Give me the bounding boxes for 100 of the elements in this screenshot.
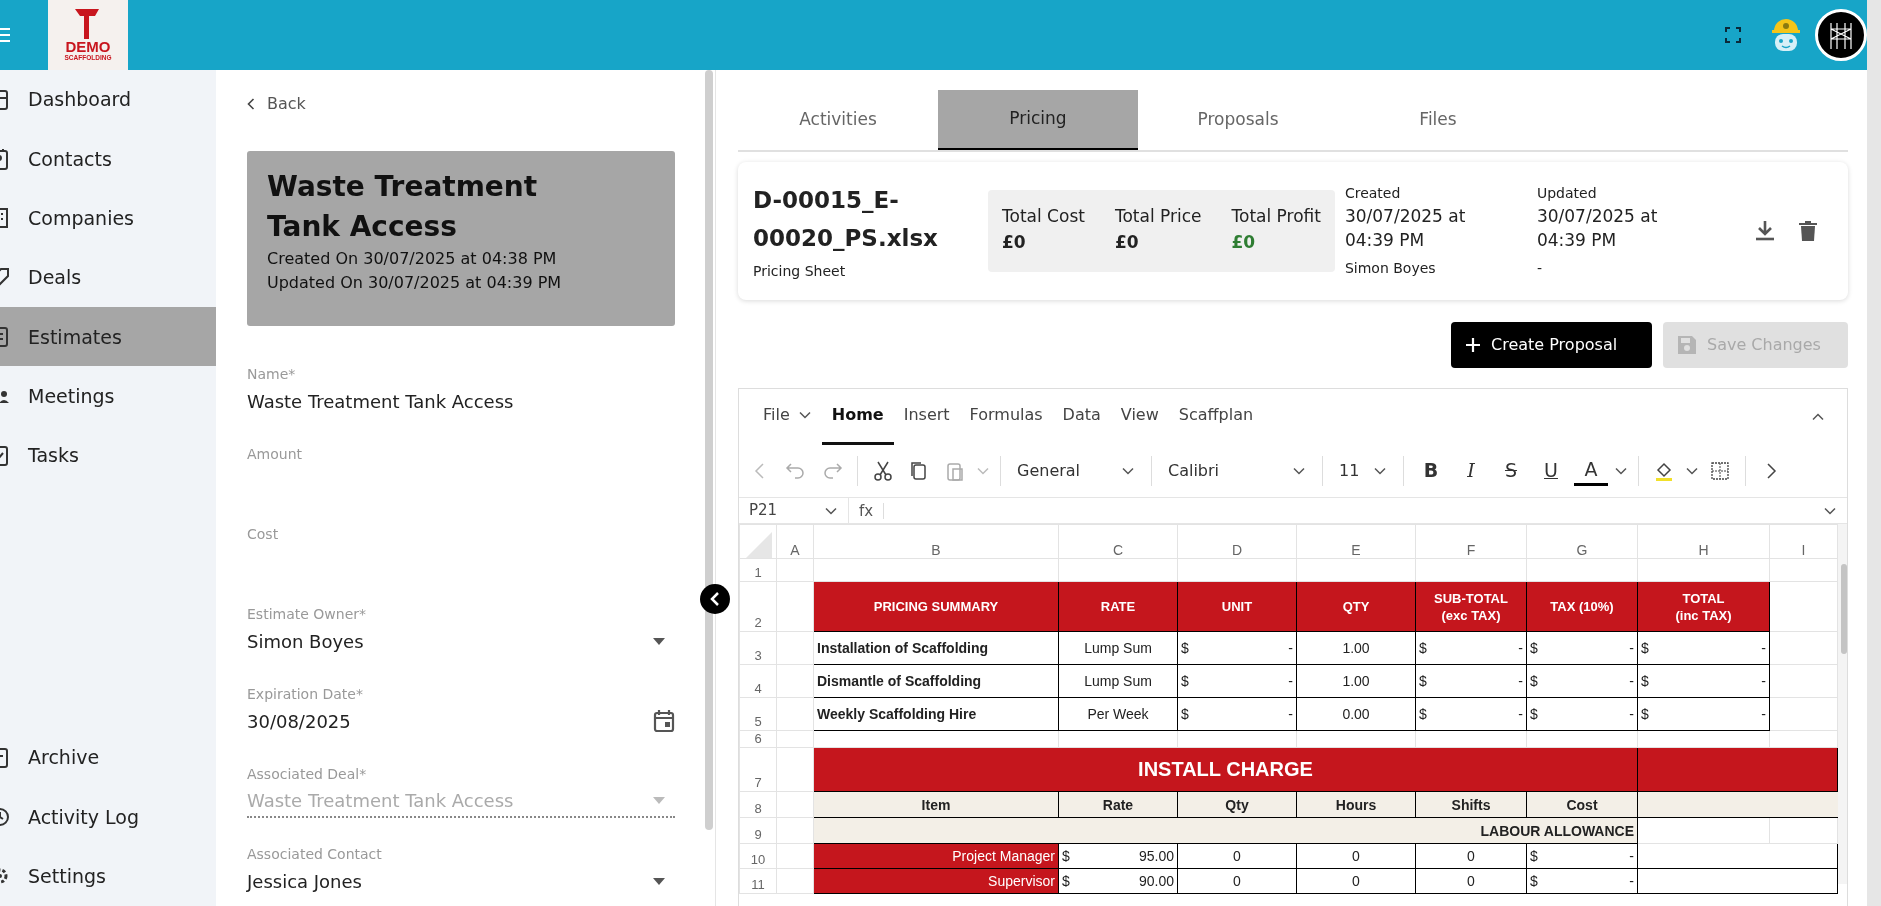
- ribbon-tab[interactable]: File: [753, 388, 822, 445]
- underline-button[interactable]: U: [1534, 455, 1568, 486]
- row-header[interactable]: 6: [739, 730, 777, 748]
- sidebar-item[interactable]: Archive: [0, 728, 216, 788]
- create-button[interactable]: Create Proposal: [1451, 322, 1652, 368]
- sheet-cell: RATE: [1058, 581, 1178, 632]
- date-field[interactable]: 30/08/2025: [247, 704, 675, 738]
- font-dropdown[interactable]: Calibri: [1162, 455, 1312, 486]
- trash-icon[interactable]: [1799, 220, 1817, 242]
- row-header[interactable]: 2: [739, 581, 777, 632]
- field-label: Associated Contact: [247, 845, 383, 864]
- column-header[interactable]: G: [1526, 524, 1638, 559]
- fullscreen-icon[interactable]: [1725, 27, 1741, 43]
- sheet-cell: $ -: [1526, 664, 1638, 698]
- total-label: Total Cost: [1002, 205, 1085, 228]
- row-header[interactable]: 3: [739, 631, 777, 665]
- tab[interactable]: Pricing: [938, 90, 1138, 150]
- font-color-button[interactable]: A: [1574, 455, 1608, 486]
- cut-icon[interactable]: [872, 459, 894, 482]
- sheet-cell: Rate: [1058, 791, 1178, 818]
- sheet-cell: Lump Sum: [1058, 664, 1178, 698]
- row-header[interactable]: 1: [739, 558, 777, 582]
- menu-icon[interactable]: [0, 27, 10, 43]
- column-header[interactable]: H: [1637, 524, 1770, 559]
- created-date: Created On 30/07/2025 at 04:38 PM: [267, 248, 558, 270]
- sidebar-item[interactable]: Deals: [0, 247, 216, 308]
- sheet-cell: $ -: [1415, 664, 1527, 698]
- sidebar-item[interactable]: Tasks: [0, 425, 216, 486]
- sidebar-item[interactable]: Dashboard: [0, 70, 216, 130]
- scrollbar-thumb[interactable]: [1841, 564, 1847, 654]
- input-field[interactable]: Waste Treatment Tank Access: [247, 384, 675, 418]
- sheet-cell: Supervisor: [813, 868, 1059, 894]
- floppy-icon: [1677, 335, 1697, 355]
- select-field[interactable]: Simon Boyes: [247, 624, 675, 658]
- ribbon-tab[interactable]: Insert: [893, 388, 960, 445]
- sheet-cell: $ -: [1637, 697, 1770, 731]
- total-value: £0: [1002, 230, 1027, 254]
- sheet-cell: Dismantle of Scaffolding: [813, 664, 1059, 698]
- sheet-cell: $ -: [1177, 697, 1297, 731]
- tab[interactable]: Activities: [738, 90, 938, 150]
- borders-icon[interactable]: [1709, 459, 1731, 482]
- row-header[interactable]: 9: [739, 817, 777, 844]
- sheet-cell: $ 90.00: [1058, 868, 1178, 894]
- sheet-cell: $ -: [1177, 631, 1297, 665]
- italic-button[interactable]: I: [1454, 455, 1488, 486]
- sidebar-item[interactable]: Estimates: [0, 307, 216, 367]
- tab[interactable]: Proposals: [1138, 90, 1338, 150]
- column-header[interactable]: I: [1769, 524, 1838, 559]
- back-link[interactable]: Back: [247, 92, 306, 116]
- collapse-button[interactable]: [700, 584, 730, 614]
- chevron-left-icon: [247, 98, 255, 110]
- select-field[interactable]: Jessica Jones: [247, 864, 675, 898]
- sheet-cell: SUB-TOTAL (exc TAX): [1415, 581, 1527, 632]
- strikethrough-button[interactable]: S: [1494, 455, 1528, 486]
- row-header[interactable]: 8: [739, 791, 777, 818]
- sidebar-item[interactable]: Companies: [0, 188, 216, 248]
- meta-label: Updated: [1536, 184, 1598, 203]
- tab[interactable]: Files: [1338, 90, 1538, 150]
- scrollbar-thumb[interactable]: [705, 70, 713, 830]
- sheet-cell: Installation of Scaffolding: [813, 631, 1059, 665]
- column-header[interactable]: C: [1058, 524, 1178, 559]
- row-header[interactable]: 10: [739, 843, 777, 869]
- column-header[interactable]: E: [1296, 524, 1416, 559]
- font-size-dropdown[interactable]: 11: [1333, 455, 1393, 486]
- row-header[interactable]: 11: [739, 868, 777, 894]
- scrollbar[interactable]: [1867, 0, 1881, 906]
- avatar[interactable]: [1815, 9, 1867, 61]
- bold-button[interactable]: B: [1414, 455, 1448, 486]
- plus-icon: [1465, 337, 1481, 353]
- calendar-icon: [653, 709, 675, 733]
- number-format-dropdown[interactable]: General: [1011, 455, 1141, 486]
- column-header[interactable]: A: [776, 524, 814, 559]
- download-icon[interactable]: [1755, 220, 1775, 242]
- sidebar-item[interactable]: Settings: [0, 846, 216, 906]
- ribbon-tab[interactable]: Scaffplan: [1168, 388, 1264, 445]
- column-header[interactable]: D: [1177, 524, 1297, 559]
- column-header[interactable]: F: [1415, 524, 1527, 559]
- sidebar-item[interactable]: Activity Log: [0, 787, 216, 847]
- ribbon-tab[interactable]: Home: [821, 388, 894, 445]
- field-label: Name*: [247, 365, 297, 384]
- row-header[interactable]: 7: [739, 747, 777, 792]
- ribbon-tab[interactable]: Data: [1052, 388, 1111, 445]
- sidebar-item[interactable]: Meetings: [0, 366, 216, 426]
- field-label: Amount: [247, 445, 303, 464]
- sheet-cell: $ -: [1526, 868, 1638, 894]
- sheet-cell: PRICING SUMMARY: [813, 581, 1059, 632]
- sheet-cell: 0: [1415, 868, 1527, 894]
- sheet-cell: Weekly Scaffolding Hire: [813, 697, 1059, 731]
- sidebar-item[interactable]: Contacts: [0, 129, 216, 189]
- column-header[interactable]: B: [813, 524, 1059, 559]
- ribbon-tab[interactable]: Formulas: [959, 388, 1053, 445]
- dropdown-icon: [653, 637, 665, 645]
- total-label: Total Profit: [1231, 205, 1321, 228]
- name-box[interactable]: P21: [739, 497, 849, 524]
- formula-label: fx: [849, 502, 885, 519]
- sheet-cell: LABOUR ALLOWANCE: [813, 817, 1638, 844]
- row-header[interactable]: 4: [739, 664, 777, 698]
- ribbon-tab[interactable]: View: [1110, 388, 1169, 445]
- sheet-cell: Hours: [1296, 791, 1416, 818]
- row-header[interactable]: 5: [739, 697, 777, 731]
